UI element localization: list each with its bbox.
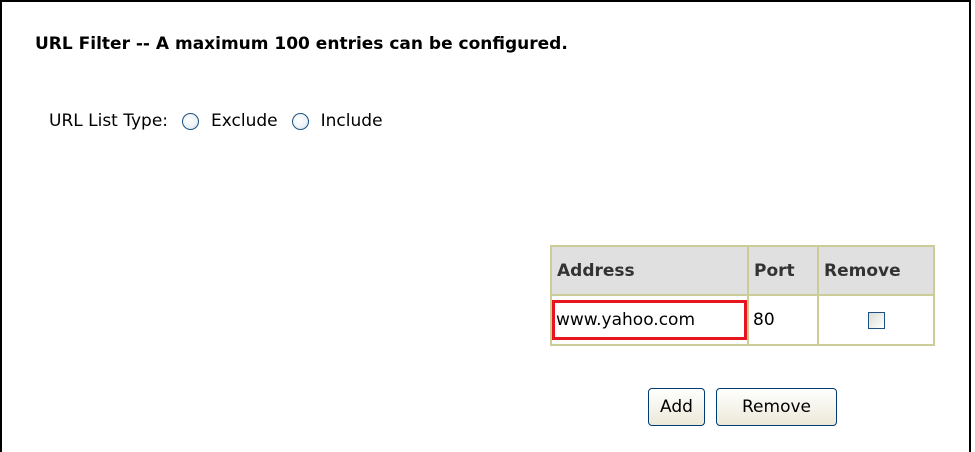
port-cell: 80 <box>749 296 817 344</box>
remove-header: Remove <box>819 247 933 294</box>
address-header: Address <box>552 247 747 294</box>
url-entries-table: Address Port Remove www.yahoo.com 80 <box>550 245 935 346</box>
table-header-row: Address Port Remove <box>552 247 933 294</box>
table-row: www.yahoo.com 80 <box>552 296 933 344</box>
url-list-type-group: URL List Type: Exclude Include <box>49 108 383 134</box>
page-title: URL Filter -- A maximum 100 entries can … <box>35 34 568 54</box>
port-header: Port <box>749 247 817 294</box>
exclude-label: Exclude <box>211 111 278 131</box>
url-list-type-label: URL List Type: <box>49 111 169 131</box>
remove-button[interactable]: Remove <box>716 388 837 426</box>
add-button[interactable]: Add <box>648 388 705 426</box>
address-value: www.yahoo.com <box>556 310 696 330</box>
port-value: 80 <box>753 310 775 330</box>
content-frame: URL Filter -- A maximum 100 entries can … <box>0 0 971 452</box>
address-cell: www.yahoo.com <box>552 296 747 344</box>
remove-cell <box>819 296 933 344</box>
include-radio[interactable] <box>291 112 309 130</box>
remove-checkbox[interactable] <box>867 311 885 329</box>
include-label: Include <box>320 111 383 131</box>
exclude-radio[interactable] <box>182 112 200 130</box>
